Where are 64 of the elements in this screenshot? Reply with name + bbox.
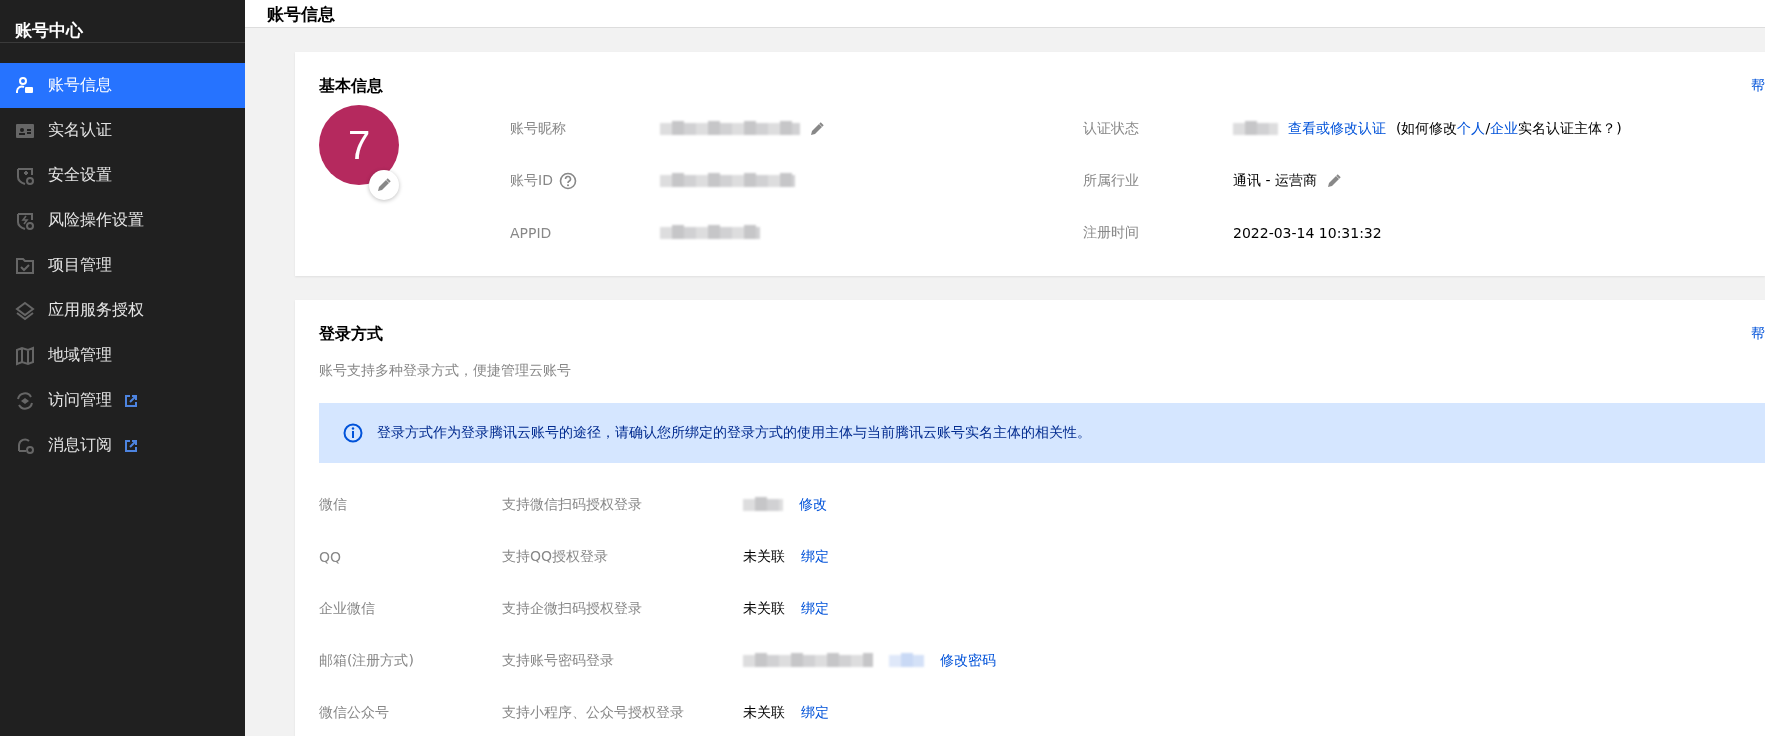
field-label: 认证状态 [1083, 120, 1139, 138]
card-title: 基本信息 [319, 75, 383, 97]
method-action-link[interactable]: 绑定 [801, 704, 829, 722]
help-icon[interactable] [558, 172, 577, 190]
method-description: 支持小程序、公众号授权登录 [502, 704, 685, 722]
folder-check-icon [15, 255, 35, 276]
verify-link[interactable]: 查看或修改认证 [1288, 120, 1386, 138]
method-action-link[interactable]: 绑定 [801, 548, 829, 566]
notice-text: 登录方式作为登录腾讯云账号的途径，请确认您所绑定的登录方式的使用主体与当前腾讯云账号实名主体的相关性。 [377, 424, 1091, 442]
method-name: QQ [319, 549, 343, 565]
method-description: 支持企微扫码授权登录 [502, 600, 643, 618]
help-link[interactable]: 帮 [1751, 325, 1765, 343]
sidebar-item[interactable]: 实名认证 [0, 108, 245, 153]
method-description: 支持QQ授权登录 [502, 548, 610, 566]
field-label: 所属行业 [1083, 172, 1139, 190]
binding-status: 未关联 [743, 548, 785, 566]
field-value: 通讯 - 运营商 [1233, 172, 1317, 190]
sidebar-item[interactable]: 账号信息 [0, 63, 245, 108]
external-link-icon [125, 394, 137, 407]
field-label: 注册时间 [1083, 224, 1139, 242]
field-label: 账号昵称 [510, 120, 566, 138]
sync-circle-icon [15, 390, 35, 411]
edit-avatar-button[interactable] [369, 170, 399, 200]
method-action-link[interactable]: 绑定 [801, 600, 829, 618]
sidebar-item[interactable]: 项目管理 [0, 243, 245, 288]
page-title: 账号信息 [267, 4, 335, 24]
note-link[interactable]: 企业 [1490, 120, 1519, 136]
shield-gear-icon [15, 165, 35, 186]
person-card-icon [15, 75, 35, 96]
bell-icon [15, 435, 35, 456]
help-note: (如何修改个人/企业实名认证主体？) [1396, 120, 1622, 138]
binding-status: 未关联 [743, 600, 785, 618]
method-action-link[interactable]: 修改 [799, 496, 827, 514]
method-description: 支持账号密码登录 [502, 652, 615, 670]
external-link-icon [125, 439, 137, 452]
field-value: 2022-03-14 10:31:32 [1233, 225, 1382, 241]
binding-status: 未关联 [743, 704, 785, 722]
method-action-link[interactable]: 修改密码 [940, 652, 996, 670]
card-subtitle: 账号支持多种登录方式，便捷管理云账号 [319, 361, 571, 380]
field-label: 账号ID [510, 172, 553, 190]
sidebar-item[interactable]: 应用服务授权 [0, 288, 245, 333]
sidebar-title: 账号中心 [0, 0, 245, 43]
avatar: 7 [319, 105, 399, 185]
sidebar-item[interactable]: 风险操作设置 [0, 198, 245, 243]
layers-icon [15, 300, 35, 321]
help-link[interactable]: 帮 [1751, 77, 1765, 95]
shield-bolt-icon [15, 210, 35, 231]
method-name: 微信公众号 [319, 704, 390, 722]
sidebar-item[interactable]: 地域管理 [0, 333, 245, 378]
info-icon [343, 423, 363, 443]
pencil-icon [377, 178, 391, 192]
note-link[interactable]: 个人 [1457, 120, 1486, 136]
sidebar-item[interactable]: 消息订阅 [0, 423, 245, 468]
edit-icon[interactable] [1326, 174, 1341, 188]
sidebar-item[interactable]: 访问管理 [0, 378, 245, 423]
method-name: 邮箱(注册方式) [319, 652, 415, 670]
edit-icon[interactable] [810, 122, 824, 136]
field-label: APPID [510, 225, 552, 241]
card-title: 登录方式 [319, 323, 383, 345]
method-name: 企业微信 [319, 600, 376, 618]
method-name: 微信 [319, 496, 348, 514]
sidebar-item[interactable]: 安全设置 [0, 153, 245, 198]
map-icon [15, 345, 35, 366]
method-description: 支持微信扫码授权登录 [502, 496, 643, 514]
